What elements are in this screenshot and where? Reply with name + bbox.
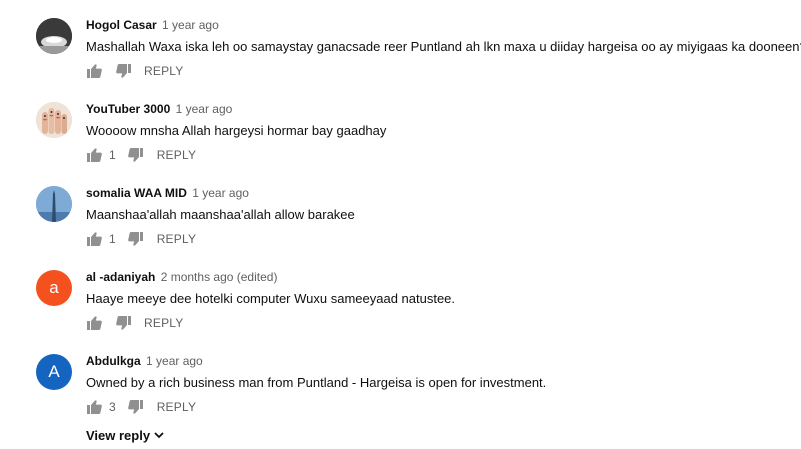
comment-actions: 1 REPLY [86, 230, 196, 248]
comment-text: Mashallah Waxa iska leh oo samaystay gan… [86, 39, 801, 54]
author-name[interactable]: Abdulkga [86, 354, 141, 368]
comment-text: Owned by a rich business man from Puntla… [86, 375, 547, 390]
lamp-photo-avatar[interactable] [36, 18, 72, 54]
thumbs-up-icon[interactable] [86, 399, 102, 415]
letter-avatar[interactable]: A [36, 354, 72, 390]
comment: somalia WAA MID 1 year ago Maanshaa'alla… [0, 186, 801, 270]
thumbs-up-icon[interactable] [86, 63, 102, 79]
like-count: 1 [109, 148, 116, 162]
comment-actions: REPLY [86, 314, 183, 332]
thumbs-down-icon[interactable] [115, 315, 131, 331]
avatar-letter: A [48, 362, 60, 381]
comment-header: Hogol Casar 1 year ago [86, 18, 219, 32]
chevron-down-icon [154, 432, 164, 439]
comment-time[interactable]: 1 year ago [146, 354, 203, 368]
comment-text: Woooow mnsha Allah hargeysi hormar bay g… [86, 123, 387, 138]
view-reply-button[interactable]: View reply [86, 428, 164, 443]
like-count: 1 [109, 232, 116, 246]
comment-time[interactable]: 1 year ago [162, 18, 219, 32]
fingers-photo-avatar[interactable] [36, 102, 72, 138]
comment: a al -adaniyah 2 months ago (edited) Haa… [0, 270, 801, 354]
comment-header: YouTuber 3000 1 year ago [86, 102, 232, 116]
thumbs-down-icon[interactable] [115, 63, 131, 79]
thumbs-up-icon[interactable] [86, 315, 102, 331]
thumbs-down-icon[interactable] [128, 399, 144, 415]
author-name[interactable]: YouTuber 3000 [86, 102, 170, 116]
reply-button[interactable]: REPLY [144, 316, 183, 330]
view-reply-label: View reply [86, 428, 151, 443]
comment-header: Abdulkga 1 year ago [86, 354, 203, 368]
thumbs-down-icon[interactable] [128, 231, 144, 247]
comment-header: al -adaniyah 2 months ago (edited) [86, 270, 277, 284]
tower-photo-avatar[interactable] [36, 186, 72, 222]
like-count: 3 [109, 400, 116, 414]
reply-button[interactable]: REPLY [144, 64, 183, 78]
comment-actions: 3 REPLY [86, 398, 196, 416]
comment-time[interactable]: 1 year ago [176, 102, 233, 116]
comment-time[interactable]: 2 months ago (edited) [161, 270, 278, 284]
comment-header: somalia WAA MID 1 year ago [86, 186, 249, 200]
author-name[interactable]: al -adaniyah [86, 270, 155, 284]
letter-avatar[interactable]: a [36, 270, 72, 306]
comment: YouTuber 3000 1 year ago Woooow mnsha Al… [0, 102, 801, 186]
thumbs-up-icon[interactable] [86, 147, 102, 163]
thumbs-up-icon[interactable] [86, 231, 102, 247]
reply-button[interactable]: REPLY [157, 148, 196, 162]
comment-actions: 1 REPLY [86, 146, 196, 164]
author-name[interactable]: Hogol Casar [86, 18, 157, 32]
comment-text: Haaye meeye dee hotelki computer Wuxu sa… [86, 291, 456, 306]
thumbs-down-icon[interactable] [128, 147, 144, 163]
comment-text: Maanshaa'allah maanshaa'allah allow bara… [86, 207, 355, 222]
comment-time[interactable]: 1 year ago [192, 186, 249, 200]
reply-button[interactable]: REPLY [157, 232, 196, 246]
comment-actions: REPLY [86, 62, 183, 80]
comment: A Abdulkga 1 year ago Owned by a rich bu… [0, 354, 801, 438]
reply-button[interactable]: REPLY [157, 400, 196, 414]
comment: Hogol Casar 1 year ago Mashallah Waxa is… [0, 18, 801, 102]
avatar-letter: a [49, 278, 59, 297]
author-name[interactable]: somalia WAA MID [86, 186, 187, 200]
